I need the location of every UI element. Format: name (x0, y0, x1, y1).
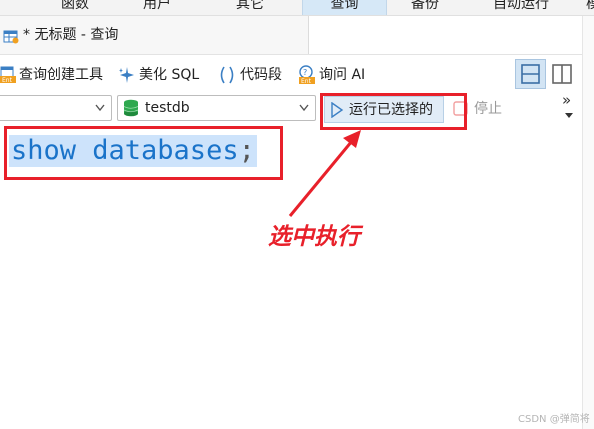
tab-untitled-query[interactable]: * 无标题 - 查询 (0, 16, 309, 54)
database-value: testdb (145, 100, 190, 116)
split-view-horizontal-button[interactable] (515, 59, 546, 89)
query-builder-label: 查询创建工具 (19, 67, 103, 83)
tab-title: * 无标题 - 查询 (23, 27, 119, 43)
query-builder-icon: Ent (0, 66, 16, 84)
tab-row: * 无标题 - 查询 (0, 16, 594, 55)
stop-label: 停止 (474, 101, 502, 117)
menu-model[interactable]: 模 (578, 0, 594, 15)
beautify-sql-label: 美化 SQL (139, 67, 200, 83)
connection-select[interactable] (0, 95, 112, 121)
annotation-box-sql (4, 126, 283, 180)
svg-text:?: ? (303, 68, 307, 77)
query-builder-button[interactable]: Ent 查询创建工具 (0, 65, 103, 85)
annotation-box-run (320, 93, 467, 130)
menu-automation[interactable]: 自动运行 (476, 0, 566, 15)
svg-text:Ent: Ent (301, 78, 312, 85)
menu-others[interactable]: 其它 (215, 0, 285, 15)
ask-ai-button[interactable]: ? Ent 询问 AI (298, 65, 365, 85)
svg-text:Ent: Ent (2, 77, 13, 84)
ai-bulb-icon: ? Ent (299, 65, 315, 85)
code-snippet-button[interactable]: 代码段 (217, 65, 282, 85)
database-select[interactable]: testdb (117, 95, 316, 121)
dropdown-arrow-icon[interactable] (565, 113, 573, 119)
menu-query[interactable]: 查询 (302, 0, 387, 15)
sparkle-icon (119, 67, 134, 83)
horizontal-split-icon (521, 64, 540, 84)
chevron-down-icon (299, 104, 309, 112)
annotation-note: 选中执行 (268, 223, 360, 250)
menu-functions[interactable]: 函数 (40, 0, 110, 15)
chevron-down-icon (95, 104, 105, 112)
code-snippet-label: 代码段 (240, 67, 282, 83)
query-toolbar: Ent 查询创建工具 美化 SQL 代码段 ? Ent 询问 AI (0, 55, 582, 93)
beautify-sql-button[interactable]: 美化 SQL (118, 65, 199, 85)
split-view-vertical-button[interactable] (548, 59, 576, 89)
menu-backup[interactable]: 备份 (390, 0, 460, 15)
watermark: CSDN @弹简将 (518, 414, 590, 425)
database-icon (123, 99, 139, 117)
ask-ai-label: 询问 AI (319, 67, 366, 83)
vertical-split-icon (552, 64, 572, 84)
query-table-icon (3, 30, 19, 44)
side-panel-strip (582, 16, 594, 429)
more-tools-button[interactable]: » (562, 92, 571, 108)
menu-users[interactable]: 用户 (122, 0, 192, 15)
parentheses-icon (220, 66, 234, 84)
menu-bar: 函数 用户 其它 查询 备份 自动运行 模 (0, 0, 594, 16)
